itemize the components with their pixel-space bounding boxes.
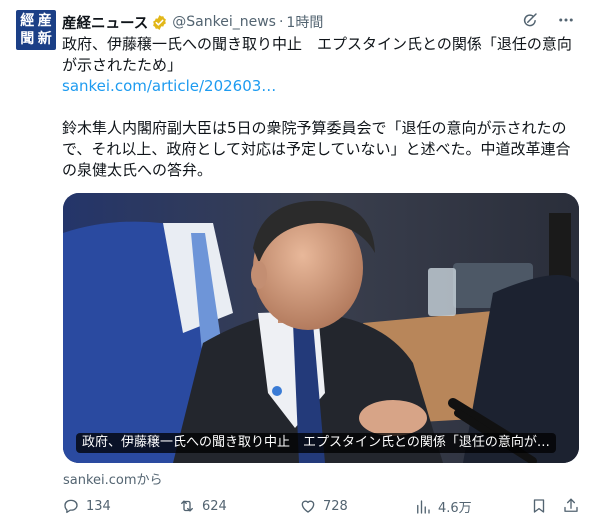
grok-icon[interactable] (520, 10, 540, 30)
card-photo (63, 193, 579, 463)
avatar-char: 經 (20, 13, 35, 30)
top-actions (520, 10, 576, 30)
share-button[interactable] (562, 497, 580, 515)
tweet-header: 産経ニュース @Sankei_news · 1時間 (62, 11, 323, 33)
reply-button[interactable]: 134 (62, 497, 111, 515)
timestamp[interactable]: 1時間 (286, 12, 323, 32)
link-card[interactable]: 政府、伊藤穣一氏への聞き取り中止 エプスタイン氏との関係「退任の意向が… (63, 193, 579, 463)
avatar-char: 聞 (20, 30, 35, 47)
author-name[interactable]: 産経ニュース (62, 12, 148, 33)
tweet-text: 政府、伊藤穣一氏への聞き取り中止 エプスタイン氏との関係「退任の意向が示されたた… (62, 34, 582, 181)
like-count: 728 (323, 498, 348, 514)
share-icon (564, 498, 578, 512)
reply-count: 134 (86, 498, 111, 514)
author-handle[interactable]: @Sankei_news (172, 14, 276, 30)
avatar[interactable]: 經 産 聞 新 (16, 10, 56, 50)
card-caption: 政府、伊藤穣一氏への聞き取り中止 エプスタイン氏との関係「退任の意向が… (76, 433, 556, 453)
action-bar: 134 624 728 4.6万 (62, 497, 582, 519)
repost-button[interactable]: 624 (178, 497, 227, 515)
article-link[interactable]: sankei.com/article/202603… (62, 77, 276, 95)
more-icon[interactable] (556, 10, 576, 30)
verified-badge-icon[interactable] (151, 14, 168, 31)
like-button[interactable]: 728 (299, 497, 348, 515)
bookmark-icon (533, 499, 545, 513)
bookmark-button[interactable] (530, 497, 548, 515)
repost-icon (181, 500, 193, 512)
reply-icon (64, 499, 78, 514)
like-icon (301, 500, 315, 513)
tweet[interactable]: 經 産 聞 新 産経ニュース @Sankei_news · 1時間 政府、伊藤穣… (0, 0, 594, 527)
headline: 政府、伊藤穣一氏への聞き取り中止 エプスタイン氏との関係「退任の意向が示されたた… (62, 35, 572, 74)
card-source[interactable]: sankei.comから (63, 469, 163, 488)
paragraph: 鈴木隼人内閣府副大臣は5日の衆院予算委員会で「退任の意向が示されたので、それ以上… (62, 119, 571, 179)
separator: · (278, 14, 284, 30)
views-icon (417, 499, 430, 514)
avatar-char: 産 (37, 13, 52, 30)
views-count: 4.6万 (438, 501, 472, 516)
views-button[interactable]: 4.6万 (414, 497, 472, 516)
avatar-char: 新 (37, 30, 52, 47)
repost-count: 624 (202, 498, 227, 514)
